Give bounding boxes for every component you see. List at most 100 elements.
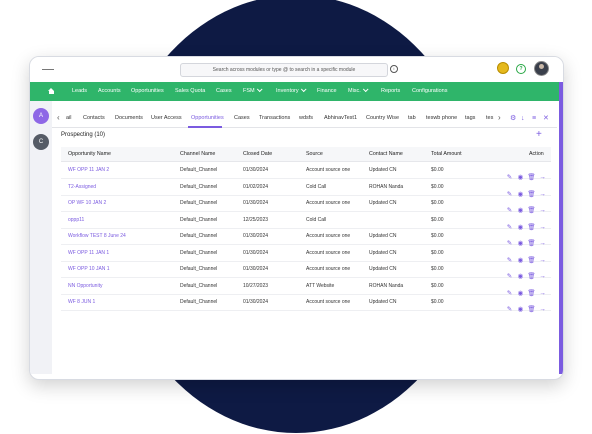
side-avatar-a[interactable]: A [33,108,49,124]
tab-tab[interactable]: tab [408,110,416,127]
col-opportunity-name[interactable]: Opportunity Name [68,147,111,161]
col-contact-name[interactable]: Contact Name [369,147,403,161]
cell-opportunity-name[interactable]: OP WF 10 JAN 2 [68,195,106,211]
table-row[interactable]: NN Opportunity Default_Channel 10/27/2023 A… [61,278,551,297]
tab-teswb-phone[interactable]: teswb phone [426,110,457,127]
nav-configurations[interactable]: Configurations [412,82,447,101]
tab-transactions[interactable]: Transactions [259,110,290,127]
tab-tags[interactable]: tags [465,110,475,127]
cell-channel-name: Default_Channel [180,216,218,223]
nav-opportunities[interactable]: Opportunities [131,82,164,101]
row-actions: ✎ ◉ 🗑 → [503,199,547,214]
tab-opportunities[interactable]: Opportunities [191,110,224,127]
cell-contact-name: Updated CN [369,266,397,272]
table-row[interactable]: OP WF 10 JAN 2 Default_Channel 01/30/2024 A… [61,195,551,214]
table-header: Opportunity Name Channel Name Closed Dat… [61,147,551,162]
cell-opportunity-name[interactable]: WF OPP 10 JAN 1 [68,261,110,277]
chevron-left-icon[interactable]: ‹ [57,114,60,122]
cell-total-amount: $0.00 [431,183,444,190]
chevron-down-icon [300,86,307,93]
tab-email[interactable]: ail [66,110,72,127]
delete-icon[interactable]: 🗑 [527,306,536,314]
cell-opportunity-name[interactable]: Workflow TEST 8 June 24 [68,228,126,244]
table-row[interactable]: T2-Assigned Default_Channel 01/02/2024 Cold… [61,179,551,198]
table-row[interactable]: WF 8 JUN 1 Default_Channel 01/30/2024 Accou… [61,294,551,313]
nav-accounts[interactable]: Accounts [98,82,121,101]
nav-inventory[interactable]: Inventory [276,82,307,101]
cell-total-amount: $0.00 [431,282,444,289]
cell-source: Account source one [306,200,351,206]
cell-channel-name: Default_Channel [180,299,218,305]
help-icon[interactable]: ? [516,64,526,74]
tab-abhinavtest1[interactable]: AbhinavTest1 [324,110,357,127]
view-icon[interactable]: ◉ [516,306,525,314]
scrollbar[interactable] [559,82,563,374]
cell-source: Account source one [306,233,351,239]
chevron-down-icon [362,86,369,93]
cell-contact-name: Updated CN [369,233,397,239]
info-icon[interactable]: i [390,65,398,73]
main-nav: Leads Accounts Opportunities Sales Quota… [30,82,559,101]
cell-opportunity-name[interactable]: WF OPP 11 JAN 1 [68,245,109,261]
download-icon[interactable]: ↓ [521,115,525,122]
table-row[interactable]: Workflow TEST 8 June 24 Default_Channel 01… [61,228,551,247]
row-actions: ✎ ◉ 🗑 → [503,232,547,247]
cell-closed-date: 10/27/2023 [243,282,269,289]
nav-cases[interactable]: Cases [216,82,232,101]
row-actions: ✎ ◉ 🗑 → [503,298,547,313]
tab-user-access[interactable]: User Access [151,110,182,127]
cell-channel-name: Default_Channel [180,233,218,239]
table-row[interactable]: WF OPP 11 JAN 2 Default_Channel 01/30/2024… [61,162,551,181]
row-actions: ✎ ◉ 🗑 → [503,216,547,231]
close-icon[interactable]: ✕ [543,115,549,122]
nav-reports[interactable]: Reports [381,82,400,101]
search-input[interactable]: Search across modules or type @ to searc… [180,63,388,77]
table-row[interactable]: WF OPP 11 JAN 1 Default_Channel 01/30/2024… [61,245,551,264]
cell-source: Cold Call [306,216,327,223]
user-avatar[interactable] [534,61,549,76]
cell-closed-date: 01/30/2024 [243,167,269,173]
settings-icon[interactable]: ⚙ [510,115,516,122]
col-channel-name[interactable]: Channel Name [180,147,215,161]
nav-finance[interactable]: Finance [317,82,337,101]
cell-opportunity-name[interactable]: WF OPP 11 JAN 2 [68,162,109,178]
col-action: Action [529,151,544,157]
col-source[interactable]: Source [306,147,323,161]
cell-opportunity-name[interactable]: oppp11 [68,212,84,228]
nav-misc[interactable]: Misc. [348,82,369,101]
cell-opportunity-name[interactable]: T2-Assigned [68,179,96,195]
cell-closed-date: 01/30/2024 [243,233,269,239]
add-icon[interactable]: + [536,129,542,140]
edit-icon[interactable]: ✎ [505,306,514,314]
cell-opportunity-name[interactable]: WF 8 JUN 1 [68,294,95,310]
side-rail: A C [30,101,52,374]
arrow-right-icon[interactable]: → [538,306,547,314]
cell-total-amount: $0.00 [431,249,444,256]
row-actions: ✎ ◉ 🗑 → [503,166,547,181]
home-icon[interactable] [48,88,54,94]
col-closed-date[interactable]: Closed Date [243,147,272,161]
chevron-right-icon[interactable]: › [498,114,501,122]
tab-cases[interactable]: Cases [234,110,250,127]
row-actions: ✎ ◉ 🗑 → [503,265,547,280]
tab-tes[interactable]: tes [486,110,493,127]
coins-icon[interactable] [497,62,509,74]
cell-opportunity-name[interactable]: NN Opportunity [68,278,102,294]
table-row[interactable]: WF OPP 10 JAN 1 Default_Channel 01/30/2024… [61,261,551,280]
list-icon[interactable]: ≡ [532,115,536,122]
tab-wdsfs[interactable]: wdsfs [299,110,313,127]
table-row[interactable]: oppp11 Default_Channel 12/25/2023 Cold Call… [61,212,551,231]
side-avatar-c[interactable]: C [33,134,49,150]
tab-documents[interactable]: Documents [115,110,143,127]
tab-contacts[interactable]: Contacts [83,110,105,127]
cell-closed-date: 01/30/2024 [243,299,269,305]
tab-country-wise[interactable]: Country Wise [366,110,399,127]
logo [42,69,54,70]
col-total-amount[interactable]: Total Amount [431,147,462,161]
nav-fsm[interactable]: FSM [243,82,263,101]
nav-leads[interactable]: Leads [72,82,87,101]
nav-sales-quota[interactable]: Sales Quota [175,82,205,101]
top-bar: Search across modules or type @ to searc… [30,57,563,83]
cell-total-amount: $0.00 [431,200,444,206]
active-tab-indicator [188,126,222,128]
